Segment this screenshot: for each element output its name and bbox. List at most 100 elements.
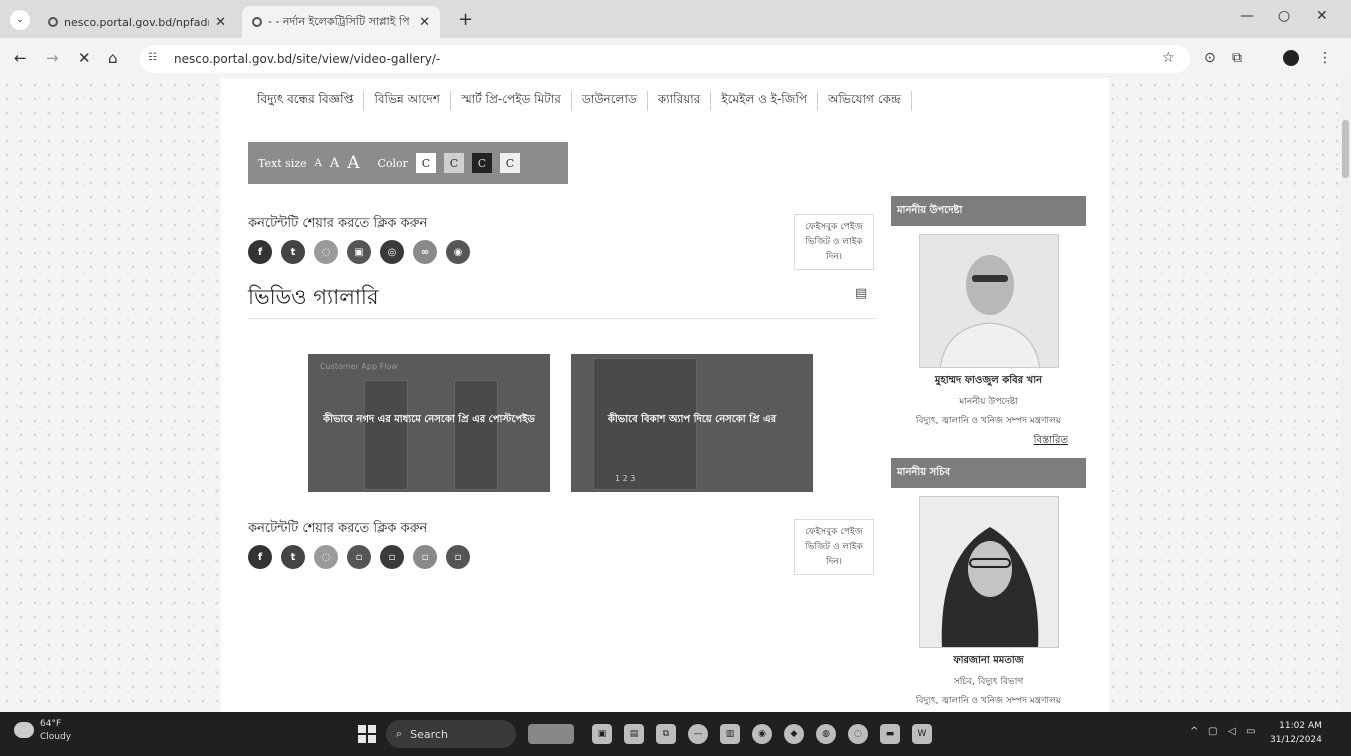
video-thumbnail-bkash[interactable]: 1 2 3 কীভাবে বিকাশ অ্যাপ দিয়ে নেসকো প্র… xyxy=(571,354,813,492)
clock-time: 11:02 AM xyxy=(1279,721,1322,731)
word-icon[interactable]: W xyxy=(912,724,932,744)
share-buttons-bottom: f t ◌ ▫ ▫ ▫ ▫ xyxy=(248,545,470,569)
clock[interactable]: 11:02 AM 31/12/2024 xyxy=(1270,719,1322,747)
app-icon[interactable]: — xyxy=(688,724,708,744)
scrollbar[interactable] xyxy=(1340,78,1351,712)
tab-title: - - নর্দান ইলেকট্রিসিটি সাপ্লাই পি xyxy=(268,14,410,28)
phone-mockup xyxy=(364,380,408,490)
close-tab-icon[interactable]: ✕ xyxy=(419,15,430,30)
tray-app-icon[interactable]: ▢ xyxy=(1208,726,1217,737)
messenger-icon[interactable]: ◉ xyxy=(446,240,470,264)
new-tab-icon[interactable]: + xyxy=(458,9,473,30)
advisor-ministry: বিদ্যুৎ, জ্বালানি ও খনিজ সম্পদ মন্ত্রণাল… xyxy=(915,416,1062,426)
close-window-icon[interactable]: ✕ xyxy=(1316,8,1328,24)
volume-icon[interactable]: ◁ xyxy=(1228,726,1236,737)
battery-icon[interactable]: ▭ xyxy=(1246,726,1255,737)
linkedin-icon[interactable]: ▫ xyxy=(347,545,371,569)
tab-title: nesco.portal.gov.bd/npfadmin xyxy=(64,15,209,29)
start-icon[interactable] xyxy=(358,725,376,743)
chrome-icon[interactable]: ◉ xyxy=(752,724,772,744)
print-icon[interactable]: ▤ xyxy=(855,286,867,301)
tray-chevron-icon[interactable]: ^ xyxy=(1190,726,1198,737)
email-icon[interactable]: ◎ xyxy=(380,240,404,264)
fb-line-1: ফেইসবুক পেইজ xyxy=(805,526,863,537)
menu-item-orders[interactable]: বিভিন্ন আদেশ xyxy=(364,91,451,111)
share-title-bottom: কনটেন্টটি শেয়ার করতে ক্লিক করুন xyxy=(248,521,428,536)
sidebar: মাননীয় উপদেষ্টা মুহাম্মদ ফাওজুল কবির খা… xyxy=(891,196,1086,708)
secretary-name: ফারজানা মমতাজ xyxy=(953,655,1024,666)
site-info-icon[interactable]: ☷ xyxy=(148,52,157,63)
page-content: বিদ্যুৎ বন্ধের বিজ্ঞপ্তি বিভিন্ন আদেশ স্… xyxy=(221,78,1109,712)
close-tab-icon[interactable]: ✕ xyxy=(215,15,226,30)
color-swatch-black[interactable]: C xyxy=(471,153,492,173)
divider xyxy=(248,318,876,319)
menu-item-download[interactable]: ডাউনলোড xyxy=(572,91,648,111)
link-icon[interactable]: ▫ xyxy=(413,545,437,569)
file-explorer-icon[interactable]: ▬ xyxy=(880,724,900,744)
top-menu: বিদ্যুৎ বন্ধের বিজ্ঞপ্তি বিভিন্ন আদেশ স্… xyxy=(247,84,912,118)
app-icon[interactable]: ▥ xyxy=(720,724,740,744)
linkedin-icon[interactable]: ▣ xyxy=(347,240,371,264)
app-icon[interactable]: ▤ xyxy=(624,724,644,744)
address-bar[interactable]: nesco.portal.gov.bd/site/view/video-gall… xyxy=(140,45,1190,73)
facebook-page-box[interactable]: ফেইসবুক পেইজ ভিজিট ও লাইক দিন। xyxy=(794,214,874,270)
video-thumbnail-nagad[interactable]: Customer App Flow কীভাবে নগদ এর মাধ্যমে … xyxy=(308,354,550,492)
taskbar-search[interactable]: ⌕ Search xyxy=(386,720,516,748)
more-menu-icon[interactable]: ⋮ xyxy=(1318,50,1332,66)
advisor-details-link[interactable]: বিস্তারিত xyxy=(891,433,1086,450)
forward-icon[interactable]: → xyxy=(46,49,59,67)
maximize-icon[interactable]: ○ xyxy=(1278,8,1290,24)
minimize-icon[interactable]: — xyxy=(1240,8,1254,24)
browser-chrome: ⌄ nesco.portal.gov.bd/npfadmin ✕ - - নর্… xyxy=(0,0,1351,78)
color-swatch-light[interactable]: C xyxy=(499,153,520,173)
weather-icon[interactable] xyxy=(14,722,34,738)
video-caption: কীভাবে বিকাশ অ্যাপ দিয়ে নেসকো প্রি এর xyxy=(607,414,777,425)
facebook-page-box-bottom[interactable]: ফেইসবুক পেইজ ভিজিট ও লাইক দিন। xyxy=(794,519,874,575)
profile-avatar-icon[interactable] xyxy=(1283,50,1299,66)
advisor-heading: মাননীয় উপদেষ্টা xyxy=(891,196,1086,226)
color-swatch-white[interactable]: C xyxy=(415,153,436,173)
widgets-icon[interactable] xyxy=(528,724,574,744)
app-icon[interactable]: ◍ xyxy=(816,724,836,744)
app-icon[interactable]: ◌ xyxy=(848,724,868,744)
advisor-name: মুহাম্মদ ফাওজুল কবির খান xyxy=(934,375,1043,386)
extension-icon[interactable]: ⊙ xyxy=(1204,50,1216,66)
menu-item-complaint[interactable]: অভিযোগ কেন্দ্র xyxy=(818,91,912,111)
text-size-small-button[interactable]: A xyxy=(315,158,322,169)
page-viewport: বিদ্যুৎ বন্ধের বিজ্ঞপ্তি বিভিন্ন আদেশ স্… xyxy=(0,78,1340,712)
facebook-icon[interactable]: f xyxy=(248,240,272,264)
menu-item-smart-meter[interactable]: স্মার্ট প্রি-পেইড মিটার xyxy=(451,91,572,111)
tab-npfadmin[interactable]: nesco.portal.gov.bd/npfadmin ✕ xyxy=(38,6,236,38)
task-view-icon[interactable]: ▣ xyxy=(592,724,612,744)
messenger-icon[interactable]: ▫ xyxy=(446,545,470,569)
email-icon[interactable]: ▫ xyxy=(380,545,404,569)
stop-icon[interactable]: ✕ xyxy=(78,49,91,67)
tab-video-gallery[interactable]: - - নর্দান ইলেকট্রিসিটি সাপ্লাই পি ✕ xyxy=(242,6,440,38)
bookmark-star-icon[interactable]: ☆ xyxy=(1162,50,1175,66)
puzzle-icon[interactable]: ⧉ xyxy=(1232,50,1242,66)
fb-line-1: ফেইসবুক পেইজ xyxy=(805,221,863,232)
twitter-icon[interactable]: t xyxy=(281,240,305,264)
scrollbar-thumb[interactable] xyxy=(1342,120,1349,178)
whatsapp-icon[interactable]: ◌ xyxy=(314,545,338,569)
taskbar: 64°F Cloudy ⌕ Search ▣ ▤ ⧉ — ▥ ◉ ◆ ◍ ◌ ▬… xyxy=(0,712,1351,756)
menu-item-career[interactable]: ক্যারিয়ার xyxy=(648,91,712,111)
weather-temp: 64°F xyxy=(40,719,62,729)
text-size-medium-button[interactable]: A xyxy=(330,156,339,171)
menu-item-outage-notice[interactable]: বিদ্যুৎ বন্ধের বিজ্ঞপ্তি xyxy=(247,91,365,111)
menu-item-email-egp[interactable]: ইমেইল ও ই-জিপি xyxy=(711,91,819,111)
advisor-designation: মাননীয় উপদেষ্টা xyxy=(959,397,1018,407)
app-icon[interactable]: ◆ xyxy=(784,724,804,744)
whatsapp-icon[interactable]: ◌ xyxy=(314,240,338,264)
tab-search-icon[interactable]: ⌄ xyxy=(10,10,30,30)
link-icon[interactable]: ∞ xyxy=(413,240,437,264)
facebook-icon[interactable]: f xyxy=(248,545,272,569)
text-size-label: Text size xyxy=(258,156,307,170)
color-swatch-grey[interactable]: C xyxy=(443,153,464,173)
text-size-large-button[interactable]: A xyxy=(347,153,359,173)
app-icon[interactable]: ⧉ xyxy=(656,724,676,744)
weather-widget[interactable]: 64°F Cloudy xyxy=(40,718,71,744)
twitter-icon[interactable]: t xyxy=(281,545,305,569)
home-icon[interactable]: ⌂ xyxy=(108,49,118,67)
back-icon[interactable]: ← xyxy=(14,49,27,67)
